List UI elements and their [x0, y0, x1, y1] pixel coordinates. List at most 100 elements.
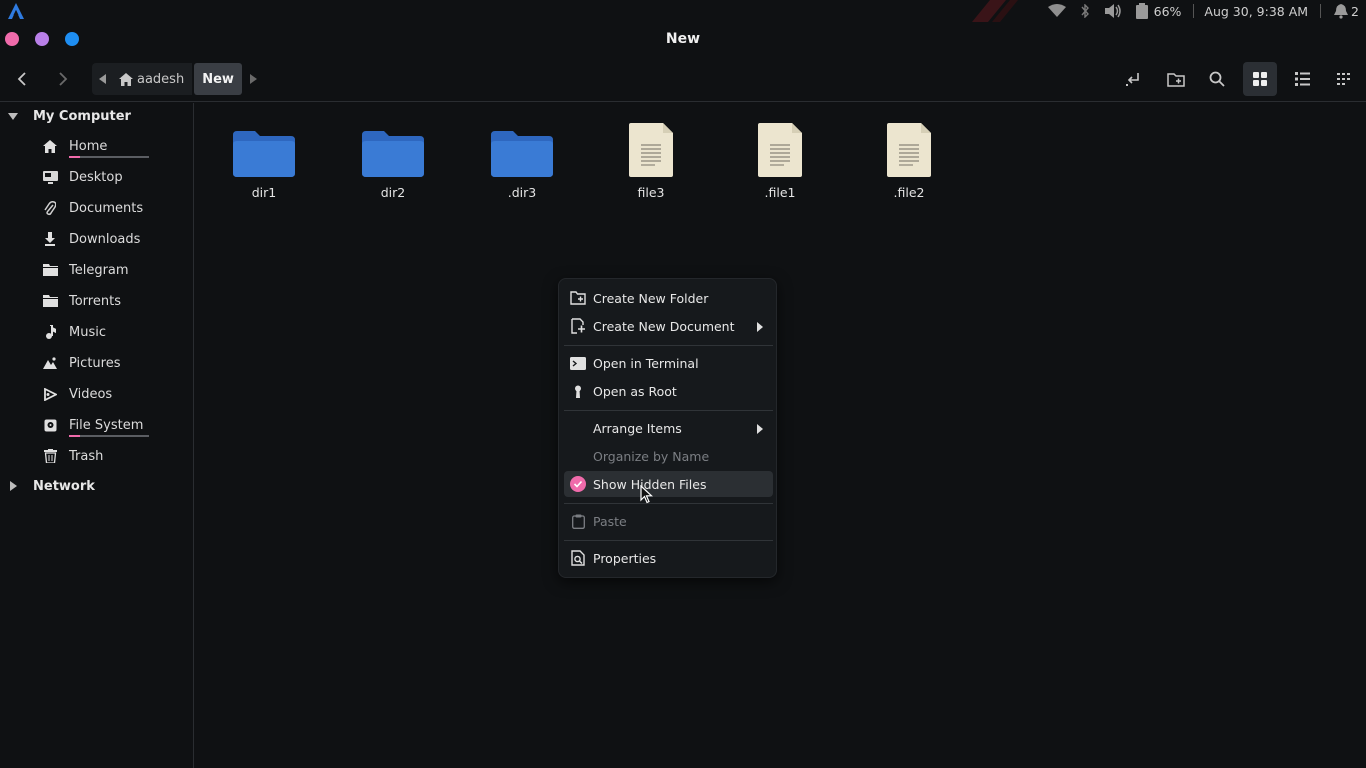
new-folder-button[interactable]: [1164, 67, 1188, 91]
folder-item[interactable]: .dir3: [472, 119, 572, 205]
sidebar-item-downloads[interactable]: Downloads: [40, 225, 190, 253]
sidebar: My Computer Home Desktop Documents Downl…: [0, 103, 194, 768]
breadcrumb-current[interactable]: New: [194, 63, 242, 95]
drive-icon: [40, 417, 60, 433]
sidebar-item-videos[interactable]: Videos: [40, 380, 190, 408]
breadcrumb-home[interactable]: aadesh: [114, 63, 193, 95]
music-icon: [40, 324, 60, 340]
menu-item-show-hidden-files[interactable]: Show Hidden Files: [564, 471, 773, 497]
open-terminal-button[interactable]: [1121, 67, 1145, 91]
window-title: New: [665, 31, 701, 47]
menu-item-create-document[interactable]: Create New Document: [564, 313, 773, 339]
battery-percent: 66%: [1153, 3, 1182, 19]
menu-item-create-folder[interactable]: Create New Folder: [564, 285, 773, 311]
compact-view-icon: [1337, 73, 1350, 85]
sidebar-item-pictures[interactable]: Pictures: [40, 349, 190, 377]
chevron-down-icon: [0, 112, 26, 120]
sidebar-item-home[interactable]: Home: [40, 132, 190, 160]
app-menu-logo-icon[interactable]: [7, 2, 25, 20]
menu-item-paste: Paste: [564, 508, 773, 534]
menu-item-label: Paste: [593, 513, 627, 529]
sidebar-section-label: Network: [33, 478, 95, 494]
tray-separator: [1320, 4, 1322, 18]
sidebar-item-label: Music: [69, 324, 106, 340]
battery-icon: [1135, 3, 1148, 19]
menu-item-open-terminal[interactable]: Open in Terminal: [564, 350, 773, 376]
clock[interactable]: Aug 30, 9:38 AM: [1204, 4, 1308, 19]
icon-view-button[interactable]: [1243, 62, 1277, 96]
breadcrumb: aadesh New: [92, 63, 264, 95]
file-name: file3: [637, 185, 665, 200]
context-menu: Create New Folder Create New Document Op…: [558, 278, 777, 578]
menu-item-organize-by-name: Organize by Name: [564, 443, 773, 469]
back-button[interactable]: [10, 67, 34, 91]
text-file-icon: [629, 119, 673, 177]
document-search-icon: [566, 550, 590, 566]
menu-item-label: Create New Document: [593, 318, 735, 334]
battery-indicator[interactable]: 66%: [1135, 3, 1182, 19]
home-icon: [119, 72, 133, 86]
keyhole-icon: [566, 385, 590, 398]
notifications-button[interactable]: 2: [1333, 3, 1359, 19]
file-item[interactable]: .file1: [730, 119, 830, 205]
search-button[interactable]: [1205, 67, 1229, 91]
menu-separator: [564, 540, 773, 541]
folder-icon: [491, 119, 553, 177]
sidebar-item-telegram[interactable]: Telegram: [40, 256, 190, 284]
sidebar-section-my-computer[interactable]: My Computer: [0, 103, 131, 129]
forward-button[interactable]: [51, 67, 75, 91]
document-add-icon: [566, 318, 590, 334]
pictures-icon: [40, 355, 60, 371]
clipboard-icon: [566, 514, 590, 529]
terminal-icon: [566, 356, 590, 370]
file-view[interactable]: dir1 dir2 .dir3 file3 .file1 .file2: [195, 103, 1366, 768]
folder-icon: [40, 293, 60, 309]
list-view-icon: [1294, 72, 1310, 86]
breadcrumb-scroll-left[interactable]: [92, 63, 114, 95]
text-file-icon: [758, 119, 802, 177]
file-name: dir2: [380, 185, 406, 200]
folder-item[interactable]: dir2: [343, 119, 443, 205]
mouse-pointer-icon: [640, 484, 654, 508]
sidebar-item-label: Videos: [69, 386, 113, 402]
menu-item-label: Open in Terminal: [593, 355, 699, 371]
sidebar-item-trash[interactable]: Trash: [40, 442, 190, 470]
file-name: dir1: [251, 185, 277, 200]
menu-item-arrange-items[interactable]: Arrange Items: [564, 415, 773, 441]
desktop-icon: [40, 169, 60, 185]
menu-separator: [564, 345, 773, 346]
breadcrumb-home-label: aadesh: [137, 71, 185, 87]
compact-view-button[interactable]: [1327, 62, 1361, 96]
menu-separator: [564, 503, 773, 504]
sidebar-item-label: Torrents: [69, 293, 121, 309]
sidebar-section-label: My Computer: [33, 108, 131, 124]
sidebar-item-documents[interactable]: Documents: [40, 194, 190, 222]
sidebar-item-file-system[interactable]: File System: [40, 411, 190, 439]
text-file-icon: [887, 119, 931, 177]
folder-add-icon: [566, 291, 590, 305]
volume-icon[interactable]: [1104, 3, 1122, 19]
menu-item-properties[interactable]: Properties: [564, 545, 773, 571]
folder-item[interactable]: dir1: [214, 119, 314, 205]
folder-icon: [362, 119, 424, 177]
download-icon: [40, 231, 60, 247]
breadcrumb-scroll-right[interactable]: [242, 63, 264, 95]
bluetooth-icon[interactable]: [1080, 4, 1090, 18]
system-tray: 66% Aug 30, 9:38 AM 2: [971, 0, 1366, 22]
folder-icon: [40, 262, 60, 278]
sidebar-section-network[interactable]: Network: [0, 473, 95, 499]
sidebar-item-label: Home: [69, 138, 108, 154]
panel-decoration: [971, 0, 1018, 22]
menu-item-label: Organize by Name: [593, 448, 710, 464]
sidebar-item-music[interactable]: Music: [40, 318, 190, 346]
menu-item-open-root[interactable]: Open as Root: [564, 378, 773, 404]
sidebar-item-torrents[interactable]: Torrents: [40, 287, 190, 315]
file-item[interactable]: file3: [601, 119, 701, 205]
home-icon: [40, 138, 60, 154]
sidebar-item-desktop[interactable]: Desktop: [40, 163, 190, 191]
notification-count: 2: [1351, 3, 1359, 19]
list-view-button[interactable]: [1285, 62, 1319, 96]
wifi-icon[interactable]: [1047, 4, 1066, 18]
file-item[interactable]: .file2: [859, 119, 959, 205]
submenu-arrow-icon: [757, 423, 763, 438]
